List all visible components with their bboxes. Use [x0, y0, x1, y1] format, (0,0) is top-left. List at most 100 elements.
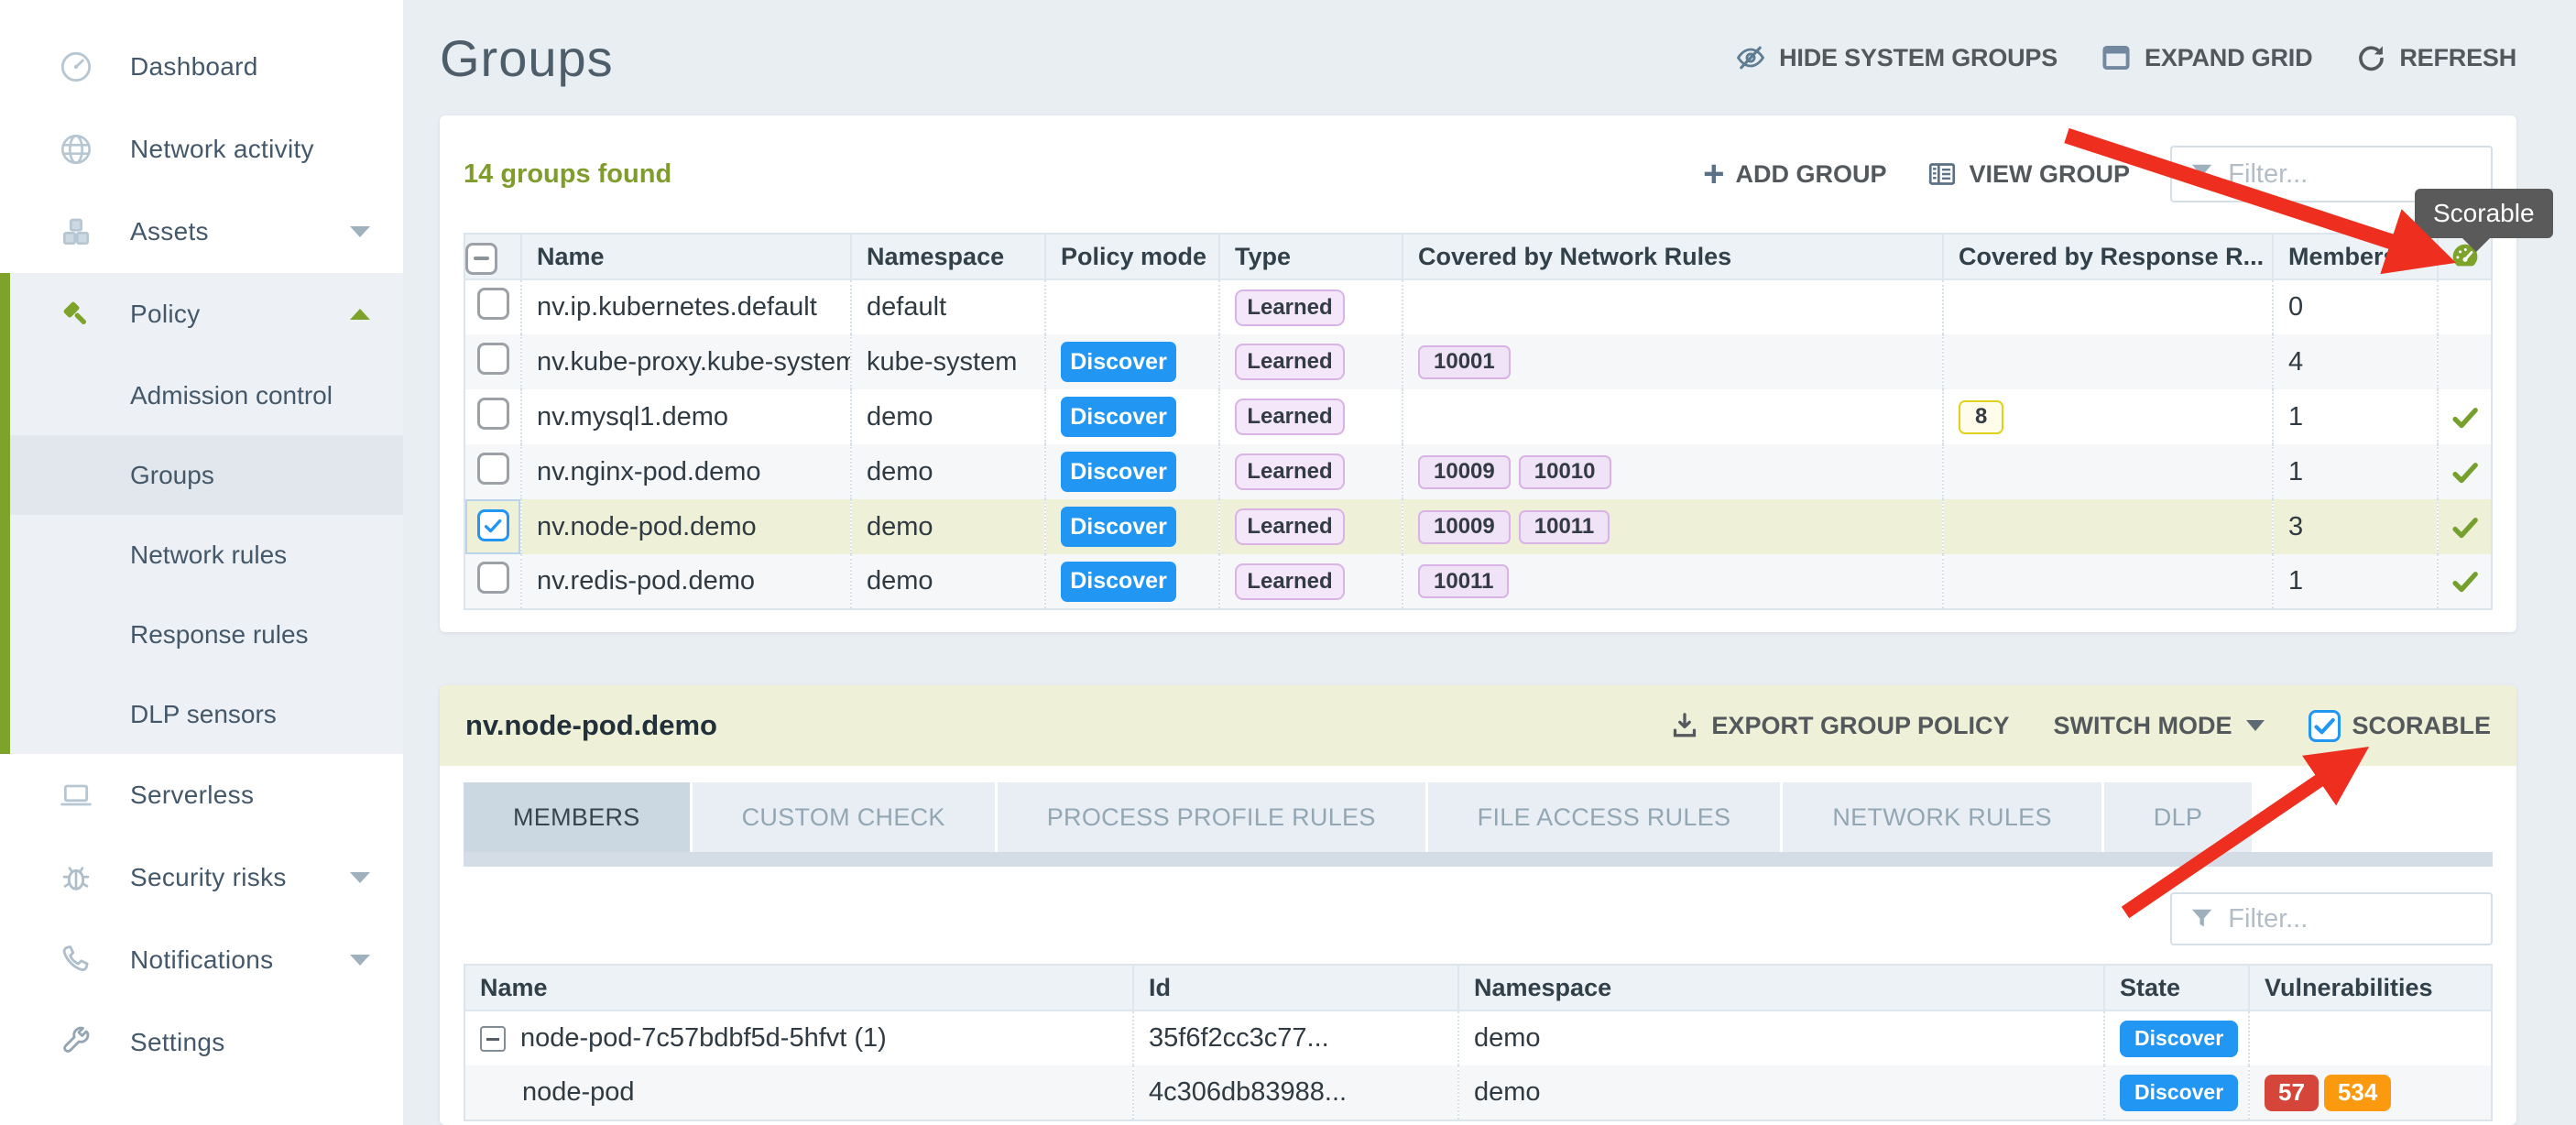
sidebar-item-network-rules[interactable]: Network rules [0, 515, 403, 595]
hide-system-groups-button[interactable]: HIDE SYSTEM GROUPS [1734, 41, 2058, 74]
cell-scorable [2438, 389, 2492, 444]
members-filter-input[interactable] [2228, 904, 2474, 934]
cell-namespace: default [851, 279, 1045, 334]
row-checkbox[interactable] [477, 453, 509, 485]
view-group-button[interactable]: VIEW GROUP [1927, 158, 2130, 190]
cell-name: nv.kube-proxy.kube-system [521, 334, 851, 389]
tab-file-access-rules[interactable]: FILE ACCESS RULES [1428, 782, 1781, 852]
table-row[interactable]: nv.nginx-pod.demodemoDiscoverLearned1000… [464, 444, 2492, 499]
tab-members[interactable]: MEMBERS [464, 782, 690, 852]
scorable-toggle[interactable]: SCORABLE [2309, 710, 2491, 742]
table-row[interactable]: nv.redis-pod.demodemoDiscoverLearned1001… [464, 554, 2492, 609]
sidebar-item-security-risks[interactable]: Security risks [0, 836, 403, 919]
column-header-namespace[interactable]: Namespace [1458, 965, 2104, 1010]
tab-strip [464, 852, 2493, 867]
column-header-covered-by-response-r[interactable]: Covered by Response R... [1943, 234, 2273, 279]
sidebar-item-network-activity[interactable]: Network activity [0, 108, 403, 191]
table-row[interactable]: nv.mysql1.demodemoDiscoverLearned81 [464, 389, 2492, 444]
column-header-type[interactable]: Type [1219, 234, 1403, 279]
select-all-checkbox[interactable] [465, 243, 497, 275]
type-badge: Learned [1235, 344, 1345, 380]
sidebar-item-label: Settings [130, 1028, 370, 1057]
sidebar-item-serverless[interactable]: Serverless [0, 754, 403, 836]
cell-response-rules [1943, 444, 2273, 499]
tab-process-profile-rules[interactable]: PROCESS PROFILE RULES [998, 782, 1425, 852]
row-checkbox-cell [464, 499, 521, 554]
tree-collapse-icon[interactable] [480, 1026, 506, 1052]
table-row[interactable]: nv.kube-proxy.kube-systemkube-system Disc… [464, 334, 2492, 389]
cell-network-rules: 1000910010 [1403, 444, 1943, 499]
switch-mode-label: SWITCH MODE [2053, 712, 2232, 740]
add-group-button[interactable]: + ADD GROUP [1703, 160, 1886, 189]
response-rule-badge: 8 [1959, 400, 2003, 434]
column-header-state[interactable]: State [2104, 965, 2249, 1010]
policy-mode-badge: Discover [1061, 342, 1176, 382]
column-header-vulnerabilities[interactable]: Vulnerabilities [2249, 965, 2492, 1010]
member-name: node-pod-7c57bdbf5d-5hfvt (1) [520, 1023, 887, 1053]
hide-system-groups-label: HIDE SYSTEM GROUPS [1779, 44, 2058, 72]
cell-network-rules: 10001 [1403, 334, 1943, 389]
tab-custom-check[interactable]: CUSTOM CHECK [693, 782, 995, 852]
network-rule-badge: 10001 [1418, 345, 1511, 379]
cell-type: Learned [1219, 554, 1403, 609]
column-header-name[interactable]: Name [521, 234, 851, 279]
add-group-label: ADD GROUP [1735, 160, 1886, 189]
row-checkbox[interactable] [477, 288, 509, 320]
column-header-id[interactable]: Id [1133, 965, 1458, 1010]
sidebar-item-policy[interactable]: Policy [0, 273, 403, 355]
plus-icon: + [1703, 160, 1724, 188]
scorable-checkbox[interactable] [2309, 710, 2341, 742]
row-checkbox[interactable] [477, 398, 509, 430]
sidebar-item-admission-control[interactable]: Admission control [0, 355, 403, 435]
tab-dlp[interactable]: DLP [2104, 782, 2252, 852]
column-header-policy-mode[interactable]: Policy mode [1045, 234, 1219, 279]
cell-response-rules [1943, 554, 2273, 609]
policy-mode-badge: Discover [1061, 507, 1176, 547]
detail-header: nv.node-pod.demo EXPORT GROUP POLICY SWI… [440, 685, 2516, 766]
sidebar-item-assets[interactable]: Assets [0, 191, 403, 273]
cell-members-count: 4 [2273, 334, 2438, 389]
column-header-namespace[interactable]: Namespace [851, 234, 1045, 279]
scorable-check-icon [2450, 567, 2480, 596]
scorable-check-icon [2450, 458, 2480, 487]
chevron-down-icon [350, 226, 370, 237]
sidebar-item-dlp-sensors[interactable]: DLP sensors [0, 674, 403, 754]
detail-title: nv.node-pod.demo [465, 709, 717, 742]
tab-network-rules[interactable]: NETWORK RULES [1783, 782, 2101, 852]
cell-policy-mode [1045, 279, 1219, 334]
sidebar-item-notifications[interactable]: Notifications [0, 919, 403, 1001]
groups-toolbar-actions: + ADD GROUP VIEW GROUP [1703, 146, 2493, 202]
sidebar-item-dashboard[interactable]: Dashboard [0, 26, 403, 108]
sidebar-item-response-rules[interactable]: Response rules [0, 595, 403, 674]
cell-namespace: demo [1458, 1065, 2104, 1120]
select-all-header [464, 234, 521, 279]
cell-vulnerabilities [2249, 1010, 2492, 1065]
table-row[interactable]: nv.ip.kubernetes.defaultdefaultLearned0 [464, 279, 2492, 334]
refresh-button[interactable]: REFRESH [2354, 41, 2516, 74]
row-checkbox[interactable] [477, 562, 509, 594]
eye-off-icon [1734, 41, 1767, 74]
sidebar-item-label: Notifications [130, 945, 350, 975]
sidebar-item-groups[interactable]: Groups [0, 435, 403, 515]
table-row[interactable]: node-pod4c306db83988...demoDiscover57534 [464, 1065, 2492, 1120]
cell-scorable [2438, 279, 2492, 334]
groups-table-body: nv.ip.kubernetes.defaultdefaultLearned0n… [464, 279, 2492, 609]
switch-mode-button[interactable]: SWITCH MODE [2053, 712, 2265, 740]
column-header-members[interactable]: Members [2273, 234, 2438, 279]
cell-namespace: kube-system [851, 334, 1045, 389]
laptop-icon [57, 776, 95, 814]
column-header-name[interactable]: Name [464, 965, 1133, 1010]
row-checkbox[interactable] [477, 343, 509, 375]
chevron-down-icon [350, 955, 370, 966]
expand-grid-button[interactable]: EXPAND GRID [2100, 41, 2312, 74]
group-detail-panel: nv.node-pod.demo EXPORT GROUP POLICY SWI… [440, 685, 2516, 1125]
row-checkbox[interactable] [477, 509, 509, 541]
gavel-icon [57, 295, 95, 333]
groups-filter-input[interactable] [2228, 159, 2474, 190]
sidebar-item-settings[interactable]: Settings [0, 1001, 403, 1084]
export-group-policy-button[interactable]: EXPORT GROUP POLICY [1669, 710, 2009, 741]
table-row[interactable]: node-pod-7c57bdbf5d-5hfvt (1)35f6f2cc3c7… [464, 1010, 2492, 1065]
table-row[interactable]: nv.node-pod.demodemoDiscoverLearned10009… [464, 499, 2492, 554]
cell-scorable [2438, 444, 2492, 499]
column-header-covered-by-network-rules[interactable]: Covered by Network Rules [1403, 234, 1943, 279]
